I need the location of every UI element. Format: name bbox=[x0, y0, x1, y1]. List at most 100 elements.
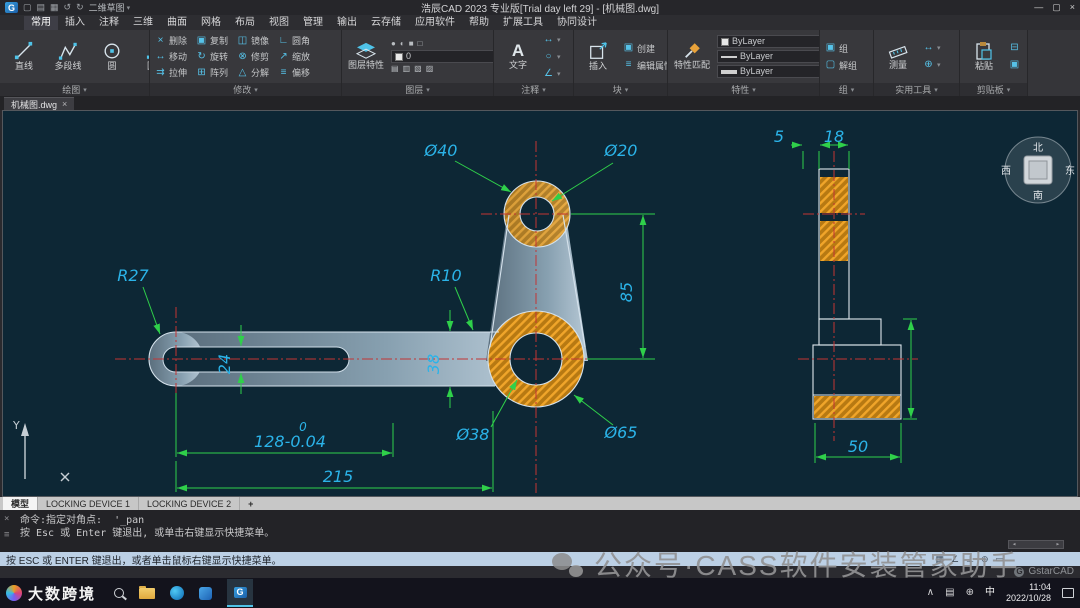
tab-locking-device-2[interactable]: LOCKING DEVICE 2 bbox=[139, 497, 240, 510]
tool-copy-clip[interactable]: ▣ bbox=[1009, 58, 1020, 73]
cad-taskbar-icon[interactable]: G bbox=[227, 579, 253, 607]
ime-indicator[interactable]: 中 bbox=[985, 588, 995, 598]
scroll-left-icon[interactable]: ◂ bbox=[1012, 541, 1016, 548]
menu-3d[interactable]: 三维 bbox=[126, 16, 160, 30]
app-icon[interactable] bbox=[199, 587, 212, 600]
osnap-toggle-icon[interactable]: ⊕ bbox=[981, 555, 989, 564]
tray-network-icon[interactable]: ▤ bbox=[945, 588, 954, 598]
polar-toggle-icon[interactable]: ∠ bbox=[951, 555, 959, 564]
panel-modify-footer[interactable]: 修改 ▾ bbox=[150, 83, 341, 96]
linetype-dropdown[interactable]: ByLayer ▾ bbox=[717, 50, 819, 63]
tool-layer-properties[interactable]: 图层特性 bbox=[347, 42, 385, 71]
menu-collaboration[interactable]: 协同设计 bbox=[550, 16, 604, 30]
panel-utilities-footer[interactable]: 实用工具 ▾ bbox=[874, 83, 959, 96]
panel-annotation-footer[interactable]: 注释 ▾ bbox=[494, 83, 573, 96]
tool-create-block[interactable]: ▣创建 bbox=[623, 41, 667, 56]
scroll-right-icon[interactable]: ▸ bbox=[1056, 541, 1060, 548]
menu-output[interactable]: 输出 bbox=[330, 16, 364, 30]
tool-insert-block[interactable]: 插入 bbox=[579, 41, 617, 72]
tool-explode[interactable]: △分解 bbox=[237, 65, 269, 80]
menu-annotate[interactable]: 注释 bbox=[92, 16, 126, 30]
file-explorer-icon[interactable] bbox=[139, 588, 155, 599]
tool-measure[interactable]: 测量 bbox=[879, 42, 917, 71]
ortho-toggle-icon[interactable]: ⊥ bbox=[966, 555, 974, 564]
tool-offset[interactable]: ≡偏移 bbox=[278, 65, 310, 80]
menu-layout[interactable]: 布局 bbox=[228, 16, 262, 30]
close-button[interactable]: × bbox=[1070, 3, 1075, 12]
search-icon[interactable] bbox=[114, 588, 124, 598]
menu-manage[interactable]: 管理 bbox=[296, 16, 330, 30]
browser-icon[interactable] bbox=[170, 586, 184, 600]
tool-edit-attributes[interactable]: ≡编辑属性 bbox=[623, 58, 667, 73]
taskbar-clock[interactable]: 11:04 2022/10/28 bbox=[1006, 582, 1051, 604]
tool-array[interactable]: ⊞阵列 bbox=[196, 65, 228, 80]
tool-id-point[interactable]: ⊕▾ bbox=[923, 58, 941, 73]
drawing-canvas[interactable]: Ø40 Ø20 R27 R10 85 24 38 0 128-0.04 215 … bbox=[2, 110, 1078, 497]
tool-stretch[interactable]: ⇉拉伸 bbox=[155, 65, 187, 80]
undo-icon[interactable]: ↺ bbox=[64, 3, 72, 12]
tab-close-icon[interactable]: × bbox=[62, 99, 67, 109]
panel-group-footer[interactable]: 组 ▾ bbox=[820, 83, 873, 96]
layer-plot-icon[interactable]: □ bbox=[418, 40, 423, 48]
tool-text[interactable]: A 文字 bbox=[499, 42, 537, 71]
color-dropdown[interactable]: ByLayer ▾ bbox=[717, 35, 819, 48]
command-window[interactable]: × ≡ 命令:指定对角点: '_pan 按 Esc 或 Enter 键退出, 或… bbox=[0, 510, 1080, 552]
tab-model[interactable]: 模型 bbox=[3, 497, 38, 510]
menu-home[interactable]: 常用 bbox=[24, 16, 58, 30]
tool-line[interactable]: 直线 bbox=[5, 41, 43, 72]
layer-lock-icon[interactable]: ■ bbox=[409, 40, 414, 48]
tool-copy[interactable]: ▣复制 bbox=[196, 33, 228, 48]
add-layout-button[interactable]: + bbox=[240, 497, 261, 510]
menu-insert[interactable]: 插入 bbox=[58, 16, 92, 30]
close-command-icon[interactable]: × bbox=[4, 515, 9, 524]
tray-chevron-icon[interactable]: ∧ bbox=[927, 588, 934, 598]
layer-isolate-icon[interactable]: ▥ bbox=[403, 65, 411, 73]
tool-ungroup[interactable]: ▢解组 bbox=[825, 58, 857, 73]
layer-freeze-icon[interactable]: ◐ bbox=[400, 40, 405, 48]
view-compass[interactable]: 北 南 西 东 bbox=[1001, 137, 1075, 203]
tool-leader[interactable]: ○▾ bbox=[543, 49, 561, 64]
notification-icon[interactable] bbox=[1062, 588, 1074, 598]
layer-off-icon[interactable]: ▧ bbox=[414, 65, 422, 73]
command-menu-icon[interactable]: ≡ bbox=[4, 531, 9, 540]
grid-toggle-icon[interactable]: ▦ bbox=[936, 555, 945, 564]
tool-trim[interactable]: ⊗修剪 bbox=[237, 49, 269, 64]
tool-mirror[interactable]: ◫镜像 bbox=[237, 33, 269, 48]
menu-apps[interactable]: 应用软件 bbox=[408, 16, 462, 30]
menu-express-tools[interactable]: 扩展工具 bbox=[496, 16, 550, 30]
tool-linear-dim[interactable]: ↔▾ bbox=[543, 32, 561, 47]
tool-move[interactable]: ↔移动 bbox=[155, 49, 187, 64]
menu-help[interactable]: 帮助 bbox=[462, 16, 496, 30]
layer-walk-icon[interactable]: ▨ bbox=[426, 65, 434, 73]
lineweight-dropdown[interactable]: ByLayer ▾ bbox=[717, 65, 819, 78]
maximize-button[interactable]: ▢ bbox=[1052, 3, 1061, 12]
new-file-icon[interactable]: ▢ bbox=[23, 3, 32, 12]
tool-cut[interactable]: ⊟ bbox=[1009, 41, 1020, 56]
layer-dropdown[interactable]: 0 ▾ bbox=[391, 50, 493, 63]
menu-cloud[interactable]: 云存储 bbox=[364, 16, 408, 30]
tool-polyline[interactable]: 多段线 bbox=[49, 41, 87, 72]
document-tab[interactable]: 机械图.dwg × bbox=[4, 97, 74, 110]
menu-view[interactable]: 视图 bbox=[262, 16, 296, 30]
tool-angular-dim[interactable]: ∠▾ bbox=[543, 66, 561, 81]
tool-arc[interactable]: 圆弧 bbox=[137, 41, 149, 72]
panel-block-footer[interactable]: 块 ▾ bbox=[574, 83, 667, 96]
tool-rotate[interactable]: ↻旋转 bbox=[196, 49, 228, 64]
tool-scale[interactable]: ↗缩放 bbox=[278, 49, 310, 64]
redo-icon[interactable]: ↻ bbox=[76, 3, 84, 12]
tool-paste[interactable]: 粘贴 bbox=[965, 41, 1003, 72]
menu-surface[interactable]: 曲面 bbox=[160, 16, 194, 30]
layer-match-icon[interactable]: ▤ bbox=[391, 65, 399, 73]
layer-on-icon[interactable]: ● bbox=[391, 40, 396, 48]
tool-circle[interactable]: 圆 bbox=[93, 41, 131, 72]
panel-properties-footer[interactable]: 特性 ▾ bbox=[668, 83, 819, 96]
tool-erase[interactable]: ×删除 bbox=[155, 33, 187, 48]
open-file-icon[interactable]: ▤ bbox=[37, 3, 46, 12]
minimize-button[interactable]: — bbox=[1034, 3, 1043, 12]
tab-locking-device-1[interactable]: LOCKING DEVICE 1 bbox=[38, 497, 139, 510]
lineweight-toggle-icon[interactable]: ▭ bbox=[995, 555, 1004, 564]
panel-draw-footer[interactable]: 绘图 ▾ bbox=[0, 83, 149, 96]
command-scrollbar[interactable]: ◂ ▸ bbox=[1008, 540, 1064, 549]
menu-mesh[interactable]: 网格 bbox=[194, 16, 228, 30]
tool-group[interactable]: ▣组 bbox=[825, 41, 857, 56]
